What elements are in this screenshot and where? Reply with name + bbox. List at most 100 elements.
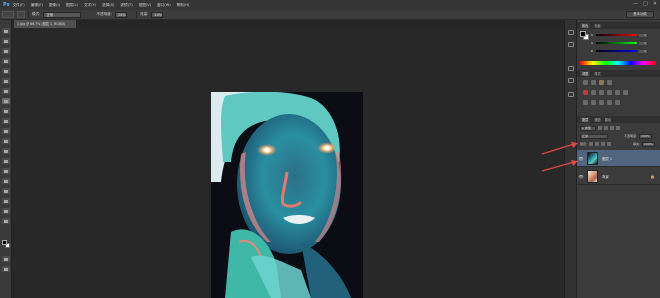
tab-color[interactable]: 颜色 bbox=[580, 23, 591, 28]
brightness-contrast-icon[interactable] bbox=[583, 80, 588, 85]
tab-adjustments[interactable]: 调整 bbox=[580, 71, 591, 76]
brush-panel-icon[interactable] bbox=[568, 92, 574, 97]
invert-icon[interactable] bbox=[583, 100, 588, 105]
gradient-map-icon[interactable] bbox=[607, 100, 612, 105]
layer-name[interactable]: 图层 1 bbox=[602, 156, 612, 161]
marquee-tool-icon[interactable] bbox=[2, 38, 10, 44]
menu-window[interactable]: 窗口(W) bbox=[157, 3, 171, 8]
document-canvas-image[interactable] bbox=[211, 92, 363, 298]
layer-row-layer1[interactable]: 👁 图层 1 bbox=[577, 150, 660, 167]
blue-slider[interactable]: B 0 bbox=[591, 49, 647, 53]
gradient-tool-icon[interactable] bbox=[2, 138, 10, 144]
filter-adjustment-icon[interactable] bbox=[604, 126, 608, 130]
color-panel-foreground-swatch[interactable] bbox=[580, 31, 586, 37]
red-slider[interactable]: R 0 bbox=[591, 33, 647, 37]
levels-icon[interactable] bbox=[591, 80, 596, 85]
tab-styles[interactable]: 样式 bbox=[594, 71, 600, 76]
lock-pixels-icon[interactable] bbox=[595, 142, 600, 146]
menu-help[interactable]: 帮助(H) bbox=[177, 3, 190, 8]
blue-slider-track[interactable] bbox=[596, 50, 637, 52]
menu-layer[interactable]: 图层(L) bbox=[66, 3, 78, 8]
workspace-switcher[interactable]: 基本功能 bbox=[626, 11, 654, 18]
layer-kind-filter[interactable]: ρ 类型 bbox=[580, 125, 596, 131]
visibility-eye-icon[interactable]: 👁 bbox=[577, 174, 585, 179]
color-spectrum-ramp[interactable] bbox=[580, 61, 656, 65]
annotation-arrow bbox=[541, 142, 578, 155]
lock-position-icon[interactable] bbox=[601, 142, 606, 146]
channel-mixer-icon[interactable] bbox=[623, 90, 628, 95]
green-slider-track[interactable] bbox=[596, 42, 637, 44]
history-brush-tool-icon[interactable] bbox=[2, 118, 10, 124]
exposure-icon[interactable] bbox=[607, 80, 612, 85]
photo-filter-icon[interactable] bbox=[615, 90, 620, 95]
menu-filter[interactable]: 滤镜(T) bbox=[120, 3, 132, 8]
layer-row-background[interactable]: 👁 背景 🔒 bbox=[577, 168, 660, 185]
paragraph-panel-icon[interactable] bbox=[568, 78, 574, 83]
menu-file[interactable]: 文件(F) bbox=[13, 3, 25, 8]
dodge-tool-icon[interactable] bbox=[2, 158, 10, 164]
hand-tool-icon[interactable] bbox=[2, 208, 10, 214]
stamp-tool-icon[interactable] bbox=[2, 108, 10, 114]
blur-tool-icon[interactable] bbox=[2, 148, 10, 154]
flow-field[interactable]: 24% bbox=[151, 11, 164, 18]
blue-slider-value[interactable]: 0 bbox=[639, 49, 647, 53]
foreground-color-swatch[interactable] bbox=[2, 240, 7, 245]
filter-type-icon[interactable] bbox=[610, 126, 614, 130]
type-tool-icon[interactable] bbox=[2, 178, 10, 184]
menu-type[interactable]: 文字(Y) bbox=[84, 3, 96, 8]
maximize-icon[interactable]: □ bbox=[643, 1, 648, 7]
threshold-icon[interactable] bbox=[599, 100, 604, 105]
brush-tool-icon[interactable] bbox=[2, 98, 10, 104]
screen-mode-icon[interactable] bbox=[2, 266, 10, 272]
tab-paths[interactable]: 路径 bbox=[605, 117, 611, 122]
shape-tool-icon[interactable] bbox=[2, 198, 10, 204]
menu-view[interactable]: 视图(V) bbox=[139, 3, 151, 8]
character-panel-icon[interactable] bbox=[568, 66, 574, 71]
layer-name[interactable]: 背景 bbox=[602, 174, 609, 179]
close-icon[interactable]: ✕ bbox=[653, 1, 657, 7]
eyedropper-tool-icon[interactable] bbox=[2, 78, 10, 84]
healing-tool-icon[interactable] bbox=[2, 88, 10, 94]
blend-mode-dropdown[interactable]: 正常 bbox=[580, 133, 608, 139]
layer-opacity-field[interactable]: 100% bbox=[639, 133, 652, 139]
selective-color-icon[interactable] bbox=[615, 100, 620, 105]
black-white-icon[interactable] bbox=[607, 90, 612, 95]
crop-tool-icon[interactable] bbox=[2, 68, 10, 74]
hue-saturation-icon[interactable] bbox=[591, 90, 596, 95]
tool-preset-picker[interactable] bbox=[2, 11, 14, 18]
minimize-icon[interactable]: — bbox=[633, 1, 638, 7]
quick-mask-icon[interactable] bbox=[2, 256, 10, 262]
tab-channels[interactable]: 通道 bbox=[594, 117, 600, 122]
path-select-tool-icon[interactable] bbox=[2, 188, 10, 194]
menu-edit[interactable]: 编辑(E) bbox=[31, 3, 43, 8]
green-slider-value[interactable]: 0 bbox=[639, 41, 647, 45]
quick-select-tool-icon[interactable] bbox=[2, 58, 10, 64]
red-slider-value[interactable]: 0 bbox=[639, 33, 647, 37]
posterize-icon[interactable] bbox=[591, 100, 596, 105]
zoom-tool-icon[interactable] bbox=[2, 218, 10, 224]
vibrance-icon[interactable] bbox=[583, 90, 588, 95]
lock-all-icon[interactable] bbox=[607, 142, 612, 146]
menu-select[interactable]: 选择(S) bbox=[102, 3, 114, 8]
fill-field[interactable]: 100% bbox=[642, 141, 655, 147]
tab-swatches[interactable]: 色板 bbox=[594, 23, 600, 28]
color-balance-icon[interactable] bbox=[599, 90, 604, 95]
filter-pixel-icon[interactable] bbox=[598, 126, 602, 130]
lock-transparency-icon[interactable] bbox=[589, 142, 594, 146]
document-tab[interactable]: 1.jpg @ 66.7% (图层 1, RGB/8) bbox=[14, 20, 76, 28]
curves-icon[interactable] bbox=[599, 80, 604, 85]
green-slider[interactable]: G 0 bbox=[591, 41, 647, 45]
properties-panel-icon[interactable] bbox=[568, 42, 574, 47]
mode-dropdown[interactable]: 正常 bbox=[43, 11, 82, 18]
filter-shape-icon[interactable] bbox=[616, 126, 620, 130]
move-tool-icon[interactable] bbox=[2, 28, 10, 34]
pen-tool-icon[interactable] bbox=[2, 168, 10, 174]
tab-layers[interactable]: 图层 bbox=[580, 117, 591, 122]
eraser-tool-icon[interactable] bbox=[2, 128, 10, 134]
menu-image[interactable]: 图像(I) bbox=[49, 3, 60, 8]
lasso-tool-icon[interactable] bbox=[2, 48, 10, 54]
opacity-field[interactable]: 24% bbox=[115, 11, 127, 18]
history-panel-icon[interactable] bbox=[568, 30, 574, 35]
brush-size-picker[interactable] bbox=[17, 11, 25, 18]
red-slider-track[interactable] bbox=[596, 34, 637, 36]
